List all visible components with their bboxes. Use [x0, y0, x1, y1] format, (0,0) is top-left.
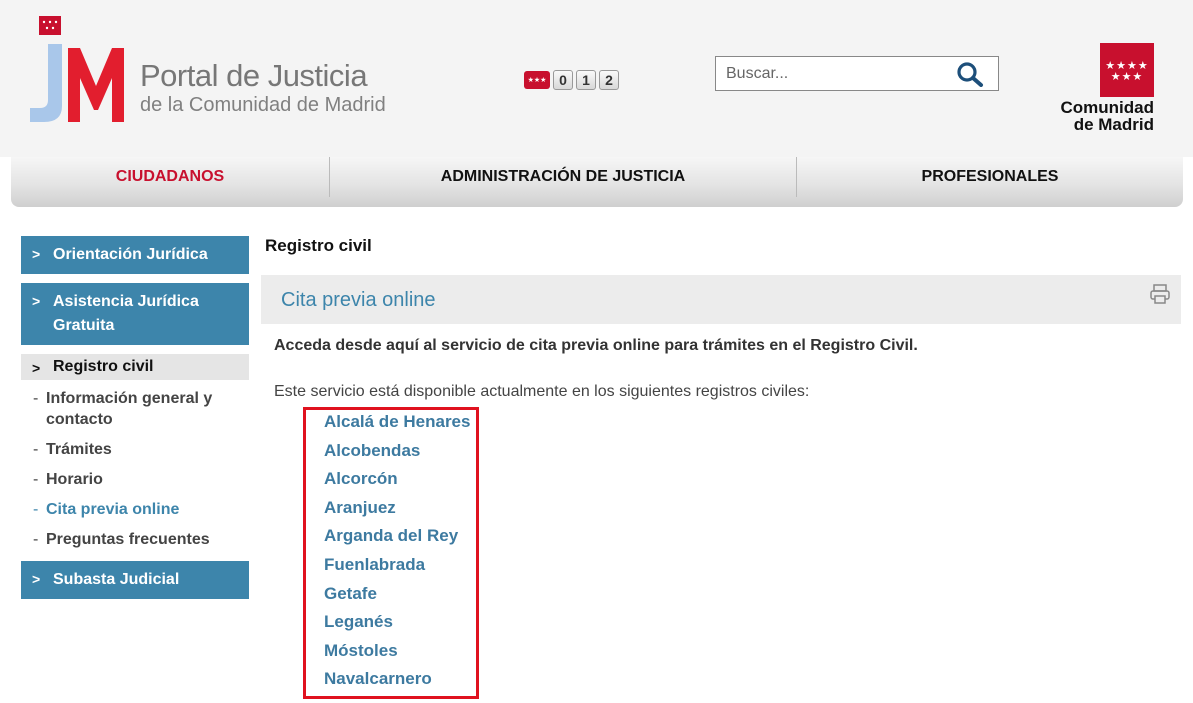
logo-subtitle: de la Comunidad de Madrid — [140, 94, 386, 116]
list-item: Arganda del Rey — [324, 525, 470, 554]
list-item: Fuenlabrada — [324, 554, 470, 583]
lead-text: Acceda desde aquí al servicio de cita pr… — [274, 337, 918, 354]
sidebar-item-label: Subasta Judicial — [53, 571, 180, 588]
chevron-right-icon: > — [32, 246, 41, 262]
sidebar-subitem-label: Preguntas frecuentes — [46, 531, 210, 548]
list-item: Aranjuez — [324, 497, 470, 526]
registry-link-leganes[interactable]: Leganés — [324, 612, 393, 631]
list-item: Móstoles — [324, 640, 470, 669]
sidebar-subitem-horario[interactable]: - Horario — [21, 469, 249, 490]
chevron-right-icon: > — [32, 571, 41, 587]
registry-link-aranjuez[interactable]: Aranjuez — [324, 498, 396, 517]
list-item: Alcorcón — [324, 468, 470, 497]
comunidad-madrid-logo[interactable]: ★★★★ ★★★ Comunidad de Madrid — [1056, 43, 1156, 135]
dash-bullet: - — [33, 390, 39, 407]
emergency-digit: 1 — [576, 70, 596, 90]
dash-bullet: - — [33, 501, 39, 518]
search-box — [715, 56, 999, 91]
sidebar-subitem-tramites[interactable]: - Trámites — [21, 439, 249, 460]
search-input[interactable] — [716, 57, 946, 90]
list-item: Getafe — [324, 583, 470, 612]
section-header: Cita previa online — [261, 275, 1181, 324]
nav-ciudadanos[interactable]: CIUDADANOS — [11, 157, 329, 197]
section-title: Cita previa online — [281, 289, 436, 311]
list-item: Alcobendas — [324, 440, 470, 469]
dash-bullet: - — [33, 531, 39, 548]
nav-administracion-justicia[interactable]: ADMINISTRACIÓN DE JUSTICIA — [329, 157, 796, 197]
emergency-012-badge[interactable]: ★★★ 0 1 2 — [524, 69, 619, 91]
jm-logo-icon — [30, 16, 124, 122]
portal-logo[interactable]: Portal de Justicia de la Comunidad de Ma… — [28, 14, 388, 126]
emergency-digit: 0 — [553, 70, 573, 90]
registry-list: Alcalá de Henares Alcobendas Alcorcón Ar… — [324, 411, 470, 697]
chevron-right-icon: > — [32, 360, 41, 376]
page-title: Registro civil — [265, 236, 372, 255]
registry-link-alcobendas[interactable]: Alcobendas — [324, 441, 420, 460]
registry-link-fuenlabrada[interactable]: Fuenlabrada — [324, 555, 425, 574]
sidebar-item-label: Asistencia Jurídica Gratuita — [53, 293, 199, 334]
dash-bullet: - — [33, 471, 39, 488]
list-item: Leganés — [324, 611, 470, 640]
sidebar-subitem-label: Horario — [46, 471, 103, 488]
print-icon[interactable] — [1149, 283, 1171, 305]
site-header: Portal de Justicia de la Comunidad de Ma… — [0, 0, 1193, 157]
nav-profesionales[interactable]: PROFESIONALES — [796, 157, 1183, 197]
sidebar-subitem-label: Trámites — [46, 441, 112, 458]
sidebar-item-asistencia-juridica[interactable]: > Asistencia Jurídica Gratuita — [21, 283, 249, 345]
registry-link-alcorcon[interactable]: Alcorcón — [324, 469, 398, 488]
sidebar-subitem-cita-previa[interactable]: - Cita previa online — [21, 499, 249, 520]
availability-text: Este servicio está disponible actualment… — [274, 383, 810, 400]
search-icon[interactable] — [956, 61, 984, 87]
emergency-digit: 2 — [599, 70, 619, 90]
sidebar-item-orientacion-juridica[interactable]: > Orientación Jurídica — [21, 236, 249, 274]
madrid-flag-icon: ★★★ — [524, 71, 550, 89]
logo-title: Portal de Justicia — [140, 58, 368, 93]
registry-link-alcala-de-henares[interactable]: Alcalá de Henares — [324, 412, 470, 431]
region-logo-text: Comunidad de Madrid — [1060, 98, 1155, 134]
list-item: Navalcarnero — [324, 668, 470, 697]
dash-bullet: - — [33, 441, 39, 458]
sidebar-subitem-preguntas[interactable]: - Preguntas frecuentes — [21, 529, 249, 550]
main-nav: CIUDADANOS ADMINISTRACIÓN DE JUSTICIA PR… — [11, 157, 1183, 207]
sidebar-item-subasta-judicial[interactable]: > Subasta Judicial — [21, 561, 249, 599]
chevron-right-icon: > — [32, 293, 41, 309]
sidebar: > Orientación Jurídica > Asistencia Jurí… — [21, 236, 249, 608]
list-item: Alcalá de Henares — [324, 411, 470, 440]
sidebar-subitem-label: Información general y contacto — [46, 390, 213, 428]
registry-link-arganda-del-rey[interactable]: Arganda del Rey — [324, 526, 458, 545]
registry-link-navalcarnero[interactable]: Navalcarnero — [324, 669, 432, 688]
sidebar-subitem-label: Cita previa online — [46, 501, 180, 518]
sidebar-item-label: Registro civil — [53, 358, 154, 375]
registry-link-getafe[interactable]: Getafe — [324, 584, 377, 603]
madrid-stars-icon: ★★★★ ★★★ — [1100, 43, 1154, 97]
sidebar-item-registro-civil[interactable]: > Registro civil — [21, 354, 249, 380]
sidebar-subitem-informacion[interactable]: - Información general y contacto — [21, 388, 249, 430]
registry-link-mostoles[interactable]: Móstoles — [324, 641, 398, 660]
sidebar-item-label: Orientación Jurídica — [53, 246, 208, 263]
